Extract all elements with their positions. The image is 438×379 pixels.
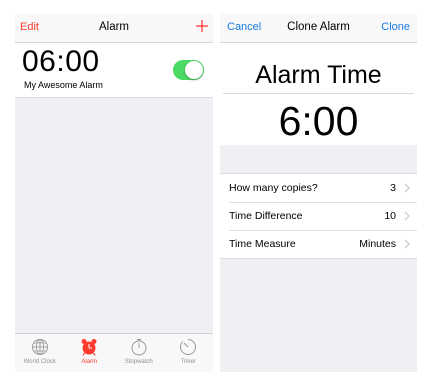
tab-label: Stopwatch <box>124 359 153 365</box>
tab-bar: World Clock Alarm Stopwatch Timer <box>15 333 213 372</box>
setting-label: How many copies? <box>229 182 318 194</box>
alarm-time: 06:00 <box>22 45 100 78</box>
alarm-list-screen: Edit Alarm 06:00 My Awesome Alarm World … <box>15 14 213 372</box>
alarm-toggle[interactable] <box>173 60 204 80</box>
tab-world-clock[interactable]: World Clock <box>15 334 65 372</box>
setting-value: Minutes <box>359 238 396 250</box>
tab-timer[interactable]: Timer <box>164 334 214 372</box>
alarm-time-header: Alarm Time 6:00 <box>220 43 417 145</box>
setting-value: 3 <box>390 182 396 194</box>
setting-time-difference[interactable]: Time Difference 10 <box>220 202 417 230</box>
tab-label: World Clock <box>23 359 56 365</box>
setting-label: Time Difference <box>229 210 303 222</box>
tab-alarm[interactable]: Alarm <box>65 334 115 372</box>
alarm-navbar: Edit Alarm <box>15 14 213 43</box>
clone-button[interactable]: Clone <box>381 21 410 33</box>
chevron-right-icon <box>404 183 410 193</box>
alarm-time-title: Alarm Time <box>255 61 382 89</box>
clone-navbar: Cancel Clone Alarm Clone <box>220 14 417 43</box>
chevron-right-icon <box>404 239 410 249</box>
alarm-clock-icon <box>81 339 97 356</box>
clone-alarm-screen: Cancel Clone Alarm Clone Alarm Time 6:00… <box>220 14 417 372</box>
clone-settings-list: How many copies? 3 Time Difference 10 Ti… <box>220 173 417 259</box>
alarm-nav-title: Alarm <box>98 21 130 33</box>
header-divider <box>223 93 414 94</box>
tab-label: Timer <box>180 359 196 365</box>
setting-label: Time Measure <box>229 238 296 250</box>
stopwatch-icon <box>131 339 147 356</box>
tab-label: Alarm <box>81 359 98 365</box>
setting-time-measure[interactable]: Time Measure Minutes <box>220 230 417 258</box>
tab-stopwatch[interactable]: Stopwatch <box>114 334 164 372</box>
plus-icon[interactable] <box>195 19 209 33</box>
timer-icon <box>180 339 197 355</box>
alarm-row[interactable]: 06:00 My Awesome Alarm <box>15 43 213 98</box>
chevron-right-icon <box>404 211 410 221</box>
toggle-knob <box>185 61 203 79</box>
alarm-name: My Awesome Alarm <box>24 80 103 90</box>
globe-icon <box>31 339 48 355</box>
alarm-time-display: 6:00 <box>278 98 359 144</box>
setting-value: 10 <box>384 210 396 222</box>
setting-copies[interactable]: How many copies? 3 <box>220 174 417 202</box>
